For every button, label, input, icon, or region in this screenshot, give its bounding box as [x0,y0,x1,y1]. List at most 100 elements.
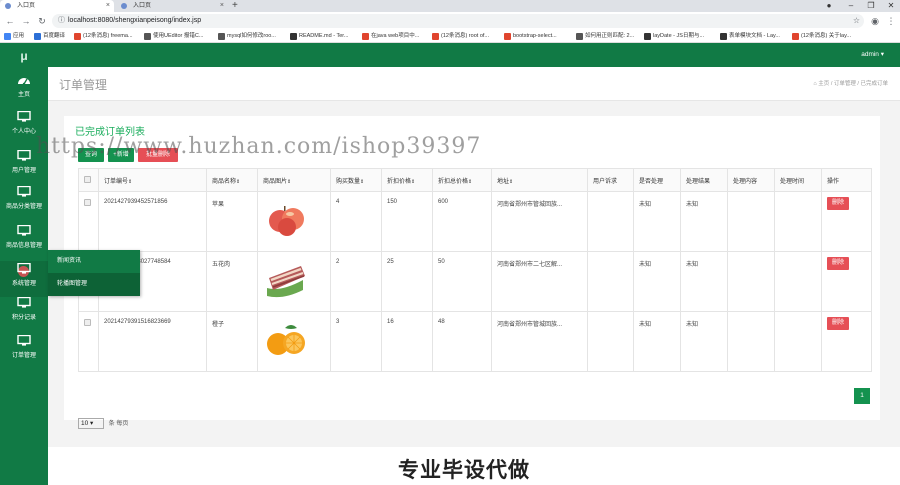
sort-icon[interactable]: ⇕ [411,179,415,185]
sidebar-item-1[interactable]: 主页 [0,72,48,108]
column-header-label: 商品名称 [212,178,237,185]
column-header: 用户诉求 [587,168,634,192]
monitor-icon [17,262,31,274]
cell-text: 未知 [639,262,652,268]
bookmark-label: bootstrap-select... [513,33,557,39]
column-header: 处理内容 [727,168,775,192]
column-header[interactable]: 折扣价格⇕ [381,168,433,192]
new-tab-button[interactable]: + [232,0,238,12]
delete-button[interactable]: 删除 [827,257,849,270]
account-icon[interactable]: ● [820,0,838,12]
monitor-icon [17,334,31,346]
bookmark-item[interactable]: (12条消息) freema... [74,31,133,42]
page-size-value: 10 [81,420,89,427]
page-header: 订单管理 ⌂ 主页 / 订单管理 / 已完成订单 [48,67,900,101]
user-menu[interactable]: admin ▾ [861,43,884,67]
sidebar-item-label: 积分记录 [11,315,36,321]
dashboard-icon [17,74,31,86]
info-icon[interactable]: ⓘ [58,14,65,28]
table-cell-appeal [587,191,634,252]
column-header[interactable]: 商品名称⇕ [206,168,258,192]
bookmark-item[interactable]: mysql如何修改roo... [218,31,276,42]
delete-button[interactable]: 删除 [827,197,849,210]
column-header[interactable]: 折扣总价格⇕ [432,168,492,192]
minimize-icon[interactable]: – [842,0,860,12]
sort-icon[interactable]: ⇕ [360,179,364,185]
cell-text: 未知 [686,322,699,328]
close-window-icon[interactable]: ✕ [882,0,900,12]
tab-title: 入口页 [133,3,152,9]
sort-icon[interactable]: ⇕ [236,179,240,185]
bookmark-item[interactable]: 如何用正则匹配: 2... [576,31,634,42]
bookmark-favicon-icon [4,33,11,40]
forward-icon[interactable]: → [19,14,33,28]
row-checkbox[interactable] [84,319,91,326]
page-button-current[interactable]: 1 [854,388,870,404]
url-field[interactable]: ⓘ localhost:8080/shengxianpeisong/index.… [52,14,864,28]
submenu-item-carousel[interactable]: 轮播图管理 [48,273,140,296]
restore-icon[interactable]: ❐ [862,0,880,12]
column-header[interactable]: 订单编号⇕ [98,168,207,192]
sort-icon[interactable]: ⇕ [128,179,132,185]
sort-icon[interactable]: ⇕ [509,179,513,185]
breadcrumb: ⌂ 主页 / 订单管理 / 已完成订单 [813,79,888,87]
column-header[interactable]: 商品图片⇕ [257,168,331,192]
bookmark-item[interactable]: layDate - JS日期与... [644,31,704,42]
profile-icon[interactable]: ◉ [868,14,882,28]
orders-table: 订单编号⇕ 商品名称⇕ 商品图片⇕ 购买数量⇕ 折扣价格⇕ 折扣总价格⇕ 地址⇕ 用户诉求 是否… [78,168,872,372]
cell-text: 48 [438,319,445,325]
cell-text: 25 [387,259,394,265]
row-checkbox[interactable] [84,199,91,206]
bookmark-item[interactable]: 在java web项目中... [362,31,419,42]
breadcrumb-home[interactable]: 主页 [818,81,829,87]
bookmark-item[interactable]: 表单模块文档 - Lay... [720,31,780,42]
menu-icon[interactable]: ⋮ [884,14,898,28]
cell-text: 16 [387,319,394,325]
select-all-checkbox[interactable] [84,175,91,183]
bookmark-favicon-icon [792,33,799,40]
sidebar-item-7[interactable]: 积分记录 [0,295,48,331]
bookmark-item[interactable]: README.md - Ter... [290,31,348,42]
bookmark-item[interactable]: 应用 [4,31,24,42]
cell-text: 600 [438,199,449,205]
sidebar-item-4[interactable]: 商品分类管理 [0,184,48,220]
table-row: 2021427939452571856 苹果 4 150 600 河南省郑州市管城回族..… [78,191,872,252]
bookmark-item[interactable]: (12条消息) 关于lay... [792,31,851,42]
sort-icon[interactable]: ⇕ [468,179,472,185]
sidebar-item-6[interactable]: 系统管理 [0,261,48,297]
close-tab-icon[interactable]: × [106,0,110,12]
table-cell-action: 删除 [821,191,872,252]
table-cell-name: 苹果 [206,191,258,252]
sidebar-item-8[interactable]: 订单管理 [0,333,48,369]
product-image [263,256,309,304]
sidebar-item-5[interactable]: 商品信息管理 [0,223,48,259]
row-select-cell [78,191,99,252]
table-cell-content [727,191,775,252]
bookmark-item[interactable]: (12条消息) root of... [432,31,489,42]
column-header[interactable]: 地址⇕ [491,168,588,192]
bookmark-item[interactable]: bootstrap-select... [504,31,557,42]
url-text: localhost:8080/shengxianpeisong/index.js… [68,17,202,24]
delete-button[interactable]: 删除 [827,317,849,330]
bookmark-item[interactable]: 使用UEditor 报错C... [144,31,203,42]
bookmark-star-icon[interactable]: ☆ [853,14,860,28]
back-icon[interactable]: ← [3,14,17,28]
column-header-label: 处理时间 [780,178,805,185]
table-cell-image [257,311,331,372]
reload-icon[interactable]: ↻ [35,14,49,28]
breadcrumb-parent[interactable]: 订单管理 [834,81,856,87]
table-cell-result: 未知 [680,251,728,312]
cell-text: 4 [336,199,340,205]
browser-tab-2[interactable]: 入口页 × [116,0,228,12]
close-tab-icon[interactable]: × [220,0,224,12]
bookmark-item[interactable]: 百度翻译 [34,31,65,42]
select-all-cell [78,168,99,192]
submenu-item-news[interactable]: 新闻资讯 [48,250,140,273]
table-cell-result: 未知 [680,191,728,252]
page-size-select[interactable]: 10 ▾ [78,418,104,429]
browser-tab-1[interactable]: 入口页 × [0,0,114,12]
column-header[interactable]: 购买数量⇕ [330,168,382,192]
bookmark-favicon-icon [218,33,225,40]
table-cell-total: 48 [432,311,492,372]
sort-icon[interactable]: ⇕ [287,179,291,185]
